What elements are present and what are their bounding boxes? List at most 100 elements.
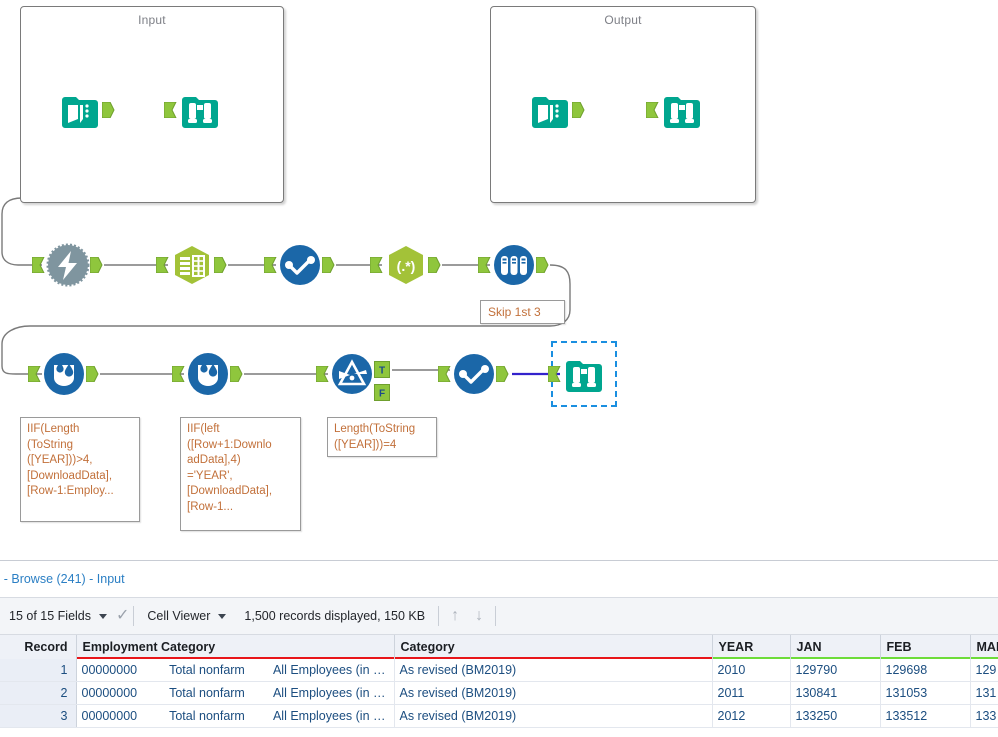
output-connector[interactable]	[536, 257, 549, 273]
fields-label: 15 of 15 Fields	[9, 609, 91, 623]
cell-jan: 130841	[790, 681, 881, 705]
cell-employment-category: 00000000 Total nonfarm All Employees (in…	[76, 659, 395, 682]
input-connector[interactable]	[370, 257, 383, 273]
cell-employment-category: 00000000 Total nonfarm All Employees (in…	[76, 704, 395, 728]
check-icon[interactable]: ✓	[116, 608, 129, 624]
input-connector[interactable]	[478, 257, 491, 273]
droplet-icon	[44, 353, 84, 395]
view-mode-selector[interactable]: Cell Viewer	[138, 603, 235, 629]
binoculars-icon	[566, 361, 602, 392]
input-connector[interactable]	[156, 257, 169, 273]
droplet-icon	[188, 353, 228, 395]
records-label: 1,500 records displayed, 150 KB	[244, 609, 426, 623]
multi-row-formula-tool[interactable]	[478, 243, 549, 287]
output-connector[interactable]	[230, 366, 243, 382]
cell-mar: 131	[970, 681, 998, 705]
input-connector[interactable]	[316, 366, 329, 382]
formula-tool-1[interactable]	[264, 243, 335, 287]
toolbar-divider	[495, 606, 497, 626]
cell-category: As revised (BM2019)	[394, 659, 713, 682]
cell-feb: 129698	[880, 659, 971, 682]
label-skip-first-3[interactable]: Skip 1st 3	[480, 300, 565, 324]
book-icon	[62, 97, 98, 128]
filter-true-output[interactable]: T	[374, 361, 392, 384]
cell-record: 1	[0, 659, 77, 682]
output-connector[interactable]	[90, 257, 103, 273]
column-header-record[interactable]: Record	[0, 635, 77, 659]
annotation-multirow-2[interactable]: IIF(left ([Row+1:Downlo adData],4) ='YEA…	[180, 417, 301, 531]
table-row[interactable]: 2 00000000 Total nonfarm All Employees (…	[0, 681, 998, 705]
svg-text:T: T	[379, 366, 385, 377]
output-connector[interactable]	[102, 102, 115, 118]
column-header-category[interactable]: Category	[394, 635, 713, 659]
output-connector[interactable]	[322, 257, 335, 273]
cell-year: 2012	[712, 704, 791, 728]
input-connector[interactable]	[172, 366, 185, 382]
cell-record: 2	[0, 681, 77, 705]
column-type-indicator	[394, 656, 711, 659]
results-grid[interactable]: Record Employment Category Category YEAR	[0, 635, 998, 737]
emp-code: 00000000	[81, 663, 138, 677]
emp-desc: All Employees (in tho...	[272, 709, 394, 723]
input-data-tool-2[interactable]	[528, 88, 585, 132]
emp-desc: All Employees (in tho...	[272, 686, 394, 700]
workflow-canvas[interactable]: Input Output (.*) T F Skip 1st 3 IIF(Len…	[0, 0, 998, 560]
browse-tool-output[interactable]	[646, 88, 704, 132]
results-titlebar: s - Browse (241) - Input	[0, 561, 998, 598]
output-connector[interactable]	[214, 257, 227, 273]
cell-category: As revised (BM2019)	[394, 704, 713, 728]
formula-icon	[280, 245, 320, 285]
annotation-filter[interactable]: Length(ToString ([YEAR]))=4	[327, 417, 437, 457]
cell-year: 2011	[712, 681, 791, 705]
download-tool[interactable]	[32, 243, 103, 287]
scroll-down-icon[interactable]: ↓	[467, 608, 491, 624]
input-connector[interactable]	[32, 257, 45, 273]
cell-mar: 129	[970, 659, 998, 682]
results-toolbar: 15 of 15 Fields ✓ Cell Viewer 1,500 reco…	[0, 598, 998, 635]
browse-tool-input[interactable]	[164, 88, 222, 132]
emp-desc: All Employees (in tho...	[272, 663, 394, 677]
multi-row-formula-tool-3[interactable]	[172, 352, 243, 396]
filter-false-output[interactable]: F	[374, 384, 392, 407]
container-output-title: Output	[604, 13, 642, 27]
text-to-columns-tool[interactable]	[156, 243, 227, 287]
output-connector[interactable]	[428, 257, 441, 273]
cell-category: As revised (BM2019)	[394, 681, 713, 705]
table-row[interactable]: 3 00000000 Total nonfarm All Employees (…	[0, 704, 998, 728]
input-connector[interactable]	[264, 257, 277, 273]
browse-tool-final[interactable]	[548, 341, 617, 407]
filter-tool[interactable]: T F	[316, 352, 390, 401]
input-connector[interactable]	[646, 102, 659, 118]
emp-name: Total nonfarm	[169, 686, 245, 700]
svg-text:(.*): (.*)	[397, 258, 416, 274]
input-data-tool[interactable]	[58, 88, 115, 132]
output-connector[interactable]	[496, 366, 509, 382]
output-connector[interactable]	[86, 366, 99, 382]
output-connector[interactable]	[572, 102, 585, 118]
input-connector[interactable]	[548, 366, 561, 382]
breadcrumb[interactable]: s - Browse (241) - Input	[0, 572, 125, 586]
results-pane: s - Browse (241) - Input 15 of 15 Fields…	[0, 560, 998, 737]
fields-selector[interactable]: 15 of 15 Fields	[0, 603, 116, 629]
regex-icon: (.*)	[389, 246, 423, 284]
column-header-year[interactable]: YEAR	[712, 635, 791, 659]
column-header-feb[interactable]: FEB	[880, 635, 971, 659]
column-type-indicator	[712, 656, 789, 659]
chevron-down-icon	[218, 613, 227, 619]
column-type-indicator	[790, 656, 879, 659]
column-header-employment-category[interactable]: Employment Category	[76, 635, 395, 659]
input-connector[interactable]	[164, 102, 177, 118]
formula-tool-2[interactable]	[438, 352, 509, 396]
column-header-mar[interactable]: MAR	[970, 635, 998, 659]
input-connector[interactable]	[438, 366, 451, 382]
annotation-multirow-1[interactable]: IIF(Length (ToString ([YEAR]))>4, [Downl…	[20, 417, 140, 522]
emp-name: Total nonfarm	[169, 663, 245, 677]
input-connector[interactable]	[28, 366, 41, 382]
cell-record: 3	[0, 704, 77, 728]
column-header-jan[interactable]: JAN	[790, 635, 881, 659]
table-row[interactable]: 1 00000000 Total nonfarm All Employees (…	[0, 659, 998, 682]
multi-row-formula-tool-2[interactable]	[28, 352, 99, 396]
scroll-up-icon[interactable]: ↑	[443, 608, 467, 624]
regex-tool[interactable]: (.*)	[370, 243, 441, 287]
formula-icon	[454, 354, 494, 394]
